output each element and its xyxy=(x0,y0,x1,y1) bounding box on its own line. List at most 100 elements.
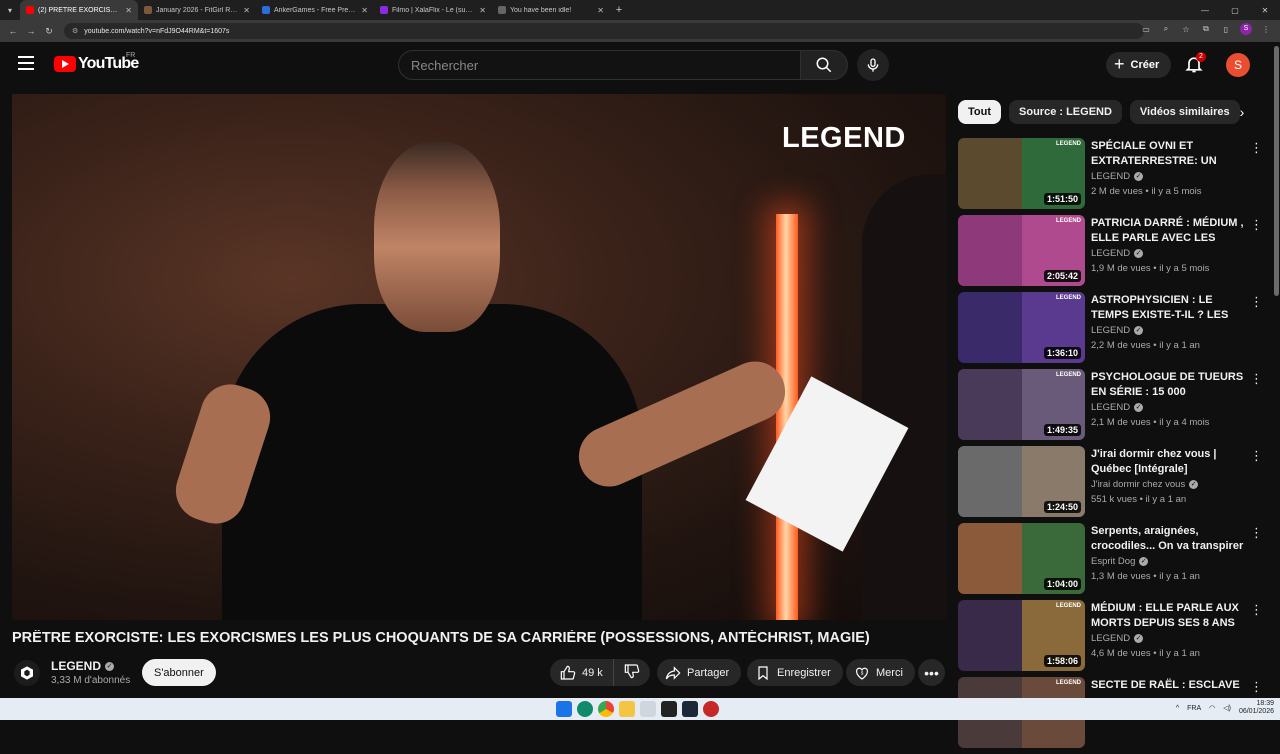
related-channel-row[interactable]: LEGEND ✓ xyxy=(1091,402,1144,413)
video-thumbnail[interactable]: LEGEND 1:58:06 xyxy=(958,600,1085,671)
related-channel-row[interactable]: LEGEND ✓ xyxy=(1091,633,1144,644)
related-video-title[interactable]: SECTE DE RAËL : ESCLAVE xyxy=(1091,678,1249,693)
thanks-button[interactable]: $ Merci xyxy=(846,659,915,686)
file-explorer-icon[interactable] xyxy=(619,701,635,717)
video-thumbnail[interactable]: 1:04:00 xyxy=(958,523,1085,594)
site-info-icon[interactable]: ⚙ xyxy=(72,27,78,35)
voice-search-button[interactable] xyxy=(857,49,889,81)
video-player[interactable]: LEGEND xyxy=(12,94,946,620)
subscribe-button[interactable]: S'abonner xyxy=(142,659,216,686)
page-scrollbar[interactable] xyxy=(1273,42,1280,698)
minimize-icon[interactable]: — xyxy=(1190,6,1220,15)
related-video-item[interactable]: LEGEND 1:51:50 SPÉCIALE OVNI ET EXTRATERR… xyxy=(958,138,1263,215)
browser-menu-icon[interactable]: ⋮ xyxy=(1260,25,1272,34)
more-vertical-icon[interactable]: ⋮ xyxy=(1250,603,1263,616)
browser-tab[interactable]: January 2026 - FitGirl Repacks ✕ xyxy=(138,0,256,20)
cast-icon[interactable]: ▭ xyxy=(1140,25,1152,34)
tab-search-icon[interactable]: ▾ xyxy=(0,0,20,20)
terminal-icon[interactable] xyxy=(661,701,677,717)
bookmark-star-icon[interactable]: ☆ xyxy=(1180,25,1192,34)
tab-close-icon[interactable]: ✕ xyxy=(243,6,250,15)
search-input[interactable] xyxy=(411,57,800,73)
related-video-item[interactable]: LEGEND 1:58:06 MÉDIUM : ELLE PARLE AUX MO… xyxy=(958,600,1263,677)
forward-icon[interactable]: → xyxy=(22,26,40,36)
video-thumbnail[interactable]: LEGEND 1:49:35 xyxy=(958,369,1085,440)
more-vertical-icon[interactable]: ⋮ xyxy=(1250,218,1263,231)
more-vertical-icon[interactable]: ⋮ xyxy=(1250,449,1263,462)
scrollbar-thumb[interactable] xyxy=(1274,46,1279,296)
channel-avatar[interactable] xyxy=(14,660,40,686)
like-button[interactable]: 49 k xyxy=(550,659,614,686)
related-channel-row[interactable]: Esprit Dog ✓ xyxy=(1091,556,1149,567)
channel-name[interactable]: LEGEND xyxy=(51,659,101,673)
tray-chevron-icon[interactable]: ^ xyxy=(1176,705,1179,712)
tab-close-icon[interactable]: ✕ xyxy=(361,6,368,15)
clock[interactable]: 18:39 06/01/2026 xyxy=(1239,700,1274,716)
more-vertical-icon[interactable]: ⋮ xyxy=(1250,295,1263,308)
chevron-right-icon[interactable]: › xyxy=(1232,102,1252,122)
chrome-icon[interactable] xyxy=(598,701,614,717)
filter-chip[interactable]: Source : LEGEND xyxy=(1009,100,1122,124)
save-button[interactable]: Enregistrer xyxy=(747,659,843,686)
related-video-item[interactable]: 1:04:00 Serpents, araignées, crocodiles.… xyxy=(958,523,1263,600)
youtube-logo[interactable]: YouTube FR xyxy=(54,52,139,73)
sidepanel-icon[interactable]: ▯ xyxy=(1220,25,1232,34)
related-video-title[interactable]: PATRICIA DARRÉ : MÉDIUM , ELLE PARLE AVE… xyxy=(1091,216,1249,246)
filter-chip[interactable]: Tout xyxy=(958,100,1002,124)
language-indicator[interactable]: FRA xyxy=(1187,705,1201,712)
related-channel-row[interactable]: J'irai dormir chez vous ✓ xyxy=(1091,479,1199,490)
browser-profile-avatar[interactable]: S xyxy=(1240,23,1252,35)
url-field[interactable]: ⚙ youtube.com/watch?v=nFdJ9O44RM&t=1607s xyxy=(64,23,1144,39)
related-video-title[interactable]: Serpents, araignées, crocodiles... On va… xyxy=(1091,524,1249,554)
video-thumbnail[interactable]: LEGEND 2:05:42 xyxy=(958,215,1085,286)
tab-close-icon[interactable]: ✕ xyxy=(597,6,604,15)
channel-name-row[interactable]: LEGEND ✓ xyxy=(51,659,115,673)
share-button[interactable]: Partager xyxy=(657,659,742,686)
edge-icon[interactable] xyxy=(577,701,593,717)
related-video-item[interactable]: LEGEND 1:36:10 ASTROPHYSICIEN : LE TEMPS … xyxy=(958,292,1263,369)
tab-close-icon[interactable]: ✕ xyxy=(125,6,132,15)
steam-icon[interactable] xyxy=(682,701,698,717)
related-video-title[interactable]: ASTROPHYSICIEN : LE TEMPS EXISTE-T-IL ? … xyxy=(1091,293,1249,323)
menu-icon[interactable] xyxy=(18,56,34,70)
notifications-button[interactable]: 2 xyxy=(1184,52,1206,76)
browser-tab[interactable]: Filmo | XalaFlix - Le (super) site ✕ xyxy=(374,0,492,20)
related-video-title[interactable]: SPÉCIALE OVNI ET EXTRATERRESTRE: UN PILO… xyxy=(1091,139,1249,169)
back-icon[interactable]: ← xyxy=(4,26,22,36)
maximize-icon[interactable]: ▢ xyxy=(1220,6,1250,15)
volume-icon[interactable]: ◁) xyxy=(1223,704,1231,712)
start-icon[interactable] xyxy=(556,701,572,717)
video-thumbnail[interactable]: 1:24:50 xyxy=(958,446,1085,517)
video-thumbnail[interactable]: LEGEND 1:51:50 xyxy=(958,138,1085,209)
related-video-title[interactable]: MÉDIUM : ELLE PARLE AUX MORTS DEPUIS SES… xyxy=(1091,601,1249,631)
app-icon[interactable] xyxy=(640,701,656,717)
create-button[interactable]: + Créer xyxy=(1106,52,1172,78)
close-window-icon[interactable]: ✕ xyxy=(1250,6,1280,15)
more-vertical-icon[interactable]: ⋮ xyxy=(1250,141,1263,154)
reload-icon[interactable]: ↻ xyxy=(40,26,58,37)
related-video-title[interactable]: J'irai dormir chez vous | Québec [Intégr… xyxy=(1091,447,1249,477)
filter-chip[interactable]: Vidéos similaires xyxy=(1129,100,1240,124)
related-channel-row[interactable]: LEGEND ✓ xyxy=(1091,248,1144,259)
extensions-icon[interactable]: ⧉ xyxy=(1200,24,1212,34)
more-vertical-icon[interactable]: ⋮ xyxy=(1250,526,1263,539)
zoom-icon[interactable]: ⌕ xyxy=(1160,24,1172,34)
wifi-icon[interactable]: ◠ xyxy=(1209,704,1215,712)
more-vertical-icon[interactable]: ⋮ xyxy=(1250,680,1263,693)
tab-close-icon[interactable]: ✕ xyxy=(479,6,486,15)
search-button[interactable] xyxy=(800,50,848,80)
related-video-item[interactable]: 1:24:50 J'irai dormir chez vous | Québec… xyxy=(958,446,1263,523)
related-channel-row[interactable]: LEGEND ✓ xyxy=(1091,171,1144,182)
browser-tab[interactable]: AnkerGames - Free Pre-installe ✕ xyxy=(256,0,374,20)
video-thumbnail[interactable]: LEGEND 1:36:10 xyxy=(958,292,1085,363)
related-video-item[interactable]: LEGEND 2:05:42 PATRICIA DARRÉ : MÉDIUM , … xyxy=(958,215,1263,292)
more-actions-button[interactable]: ••• xyxy=(918,659,945,686)
more-vertical-icon[interactable]: ⋮ xyxy=(1250,372,1263,385)
related-video-title[interactable]: PSYCHOLOGUE DE TUEURS EN SÉRIE : 15 000 … xyxy=(1091,370,1249,400)
account-avatar[interactable]: S xyxy=(1226,53,1250,77)
game-app-icon[interactable] xyxy=(703,701,719,717)
dislike-button[interactable] xyxy=(614,659,650,686)
browser-tab[interactable]: (2) PRÊTRE EXORCISTE: LES ✕ xyxy=(20,0,138,20)
related-video-item[interactable]: LEGEND 1:49:35 PSYCHOLOGUE DE TUEURS EN S… xyxy=(958,369,1263,446)
browser-tab[interactable]: You have been idle! ✕ xyxy=(492,0,610,20)
